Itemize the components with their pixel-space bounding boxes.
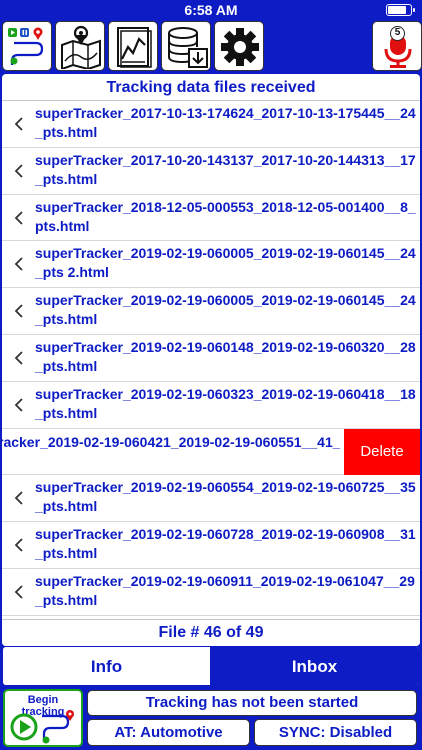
tracking-status: Tracking has not been started — [87, 690, 417, 716]
begin-tracking-button[interactable]: Begin tracking — [3, 689, 83, 747]
chevron-left-icon — [14, 398, 23, 412]
chevron-left-icon — [14, 210, 23, 225]
database-download-icon — [168, 27, 208, 68]
table-row[interactable]: superTracker_2019-02-19-060005_2019-02-1… — [2, 241, 420, 289]
chevron-left-icon — [14, 304, 23, 318]
activity-type-button[interactable]: AT: Automotive — [87, 719, 250, 746]
file-name: racker_2019-02-19-060421_2019-02-19-0605… — [2, 433, 340, 450]
file-name: superTracker_2019-02-19-060728_2019-02-1… — [35, 526, 416, 562]
chevron-left-icon — [14, 257, 23, 272]
file-list: superTracker_2017-10-13-174624_2017-10-1… — [2, 101, 420, 616]
tab-bar: Info Inbox — [2, 646, 420, 686]
file-name: superTracker_2019-02-19-060005_2019-02-1… — [35, 245, 416, 281]
tab-info[interactable]: Info — [3, 647, 210, 685]
status-time: 6:58 AM — [184, 2, 238, 18]
file-counter: File # 46 of 49 — [2, 619, 420, 646]
settings-gear-button[interactable] — [214, 21, 264, 71]
chart-document-icon — [117, 27, 152, 68]
map-location-button[interactable] — [55, 21, 105, 71]
map-location-icon — [61, 25, 101, 69]
file-name: superTracker_2018-12-05-000553_2018-12-0… — [35, 198, 416, 234]
tab-inbox[interactable]: Inbox — [210, 647, 419, 685]
chevron-left-icon — [14, 351, 23, 365]
chevron-left-icon — [14, 164, 23, 178]
file-name: superTracker_2017-10-20-143137_2017-10-2… — [35, 151, 416, 187]
file-name: superTracker_2019-02-19-060323_2019-02-1… — [35, 385, 416, 421]
file-name: superTracker_2019-02-19-060148_2019-02-1… — [35, 338, 416, 374]
tracking-controls: Begin tracking Tracking has not been sta… — [0, 688, 422, 750]
route-map-button[interactable] — [2, 21, 52, 71]
file-name: superTracker_2019-02-19-060005_2019-02-1… — [35, 292, 416, 328]
chevron-left-icon — [14, 117, 23, 131]
sync-button[interactable]: SYNC: Disabled — [254, 719, 417, 746]
table-row[interactable]: superTracker_2019-02-19-060005_2019-02-1… — [2, 288, 420, 335]
file-name: superTracker_2019-02-19-060554_2019-02-1… — [35, 479, 416, 515]
delete-button[interactable]: Delete — [344, 428, 420, 475]
settings-gear-icon — [221, 28, 259, 66]
table-row[interactable]: superTracker_2017-10-13-174624_2017-10-1… — [2, 101, 420, 148]
chevron-left-icon — [14, 585, 23, 599]
table-row-swiped[interactable]: racker_2019-02-19-060421_2019-02-19-0605… — [2, 428, 420, 476]
chart-document-button[interactable] — [108, 21, 158, 71]
file-list-panel: Tracking data files received superTracke… — [2, 74, 420, 646]
chevron-left-icon — [14, 491, 23, 506]
battery-icon — [386, 4, 415, 16]
mic-count-badge: 5 — [390, 26, 405, 41]
list-title: Tracking data files received — [2, 74, 420, 101]
route-map-icon — [8, 27, 44, 65]
table-row[interactable]: superTracker_2019-02-19-060554_2019-02-1… — [2, 475, 420, 523]
table-row[interactable]: superTracker_2019-02-19-060728_2019-02-1… — [2, 522, 420, 569]
table-row[interactable]: superTracker_2017-10-20-143137_2017-10-2… — [2, 148, 420, 195]
play-route-icon — [10, 710, 74, 744]
file-name: superTracker_2019-02-19-060911_2019-02-1… — [35, 572, 415, 608]
table-row[interactable]: superTracker_2019-02-19-060911_2019-02-1… — [2, 569, 420, 616]
microphone-button[interactable]: 5 — [372, 21, 422, 71]
toolbar: 5 — [0, 20, 422, 73]
database-download-button[interactable] — [161, 21, 211, 71]
table-row[interactable]: superTracker_2019-02-19-060323_2019-02-1… — [2, 382, 420, 429]
file-name: superTracker_2017-10-13-174624_2017-10-1… — [35, 105, 416, 140]
table-row[interactable]: superTracker_2018-12-05-000553_2018-12-0… — [2, 195, 420, 242]
table-row[interactable]: superTracker_2019-02-19-060148_2019-02-1… — [2, 335, 420, 382]
status-bar: 6:58 AM — [0, 0, 422, 20]
chevron-left-icon — [14, 538, 23, 552]
